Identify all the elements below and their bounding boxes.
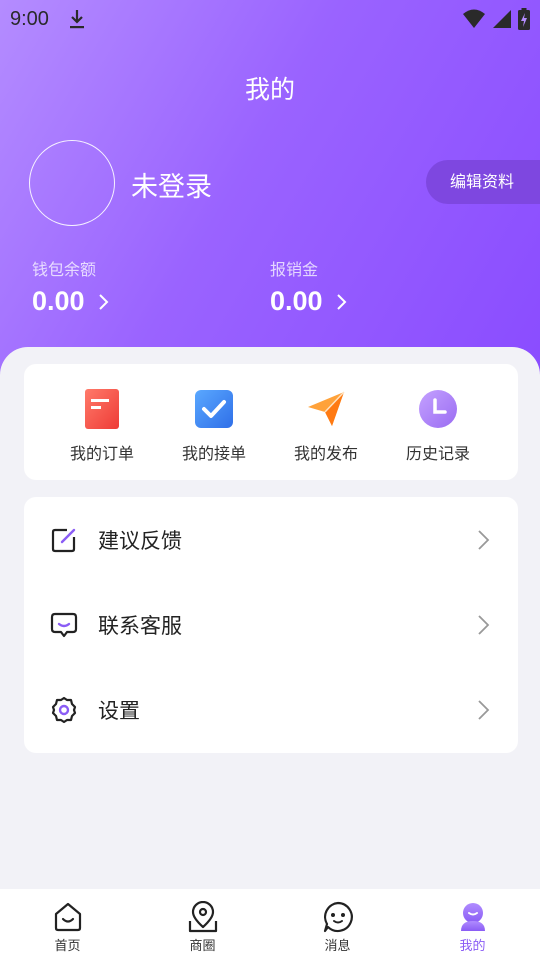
wifi-icon [463,9,485,28]
wallet-balance-value: 0.00 [32,286,85,316]
profile-icon [460,903,485,931]
tab-mine[interactable]: 我的 [405,889,540,960]
home-icon [54,902,81,932]
menu-item-settings[interactable]: 设置 [24,667,518,752]
quick-action-label: 我的发布 [293,444,358,463]
quick-actions-card: 我的订单 我的接单 我的发布 历史记录 [24,364,518,480]
tab-label: 首页 [54,939,81,954]
quick-action-label: 历史记录 [405,444,470,463]
cell-signal-icon [493,10,511,28]
avatar[interactable] [29,140,115,226]
bottom-tab-bar: 首页 商圈 消息 我的 [0,889,540,960]
chevron-right-icon [478,529,490,550]
quick-action-my-orders[interactable]: 我的订单 [46,364,158,480]
menu-item-label: 联系客服 [98,613,182,638]
tab-business-circle[interactable]: 商圈 [135,889,270,960]
login-status-label[interactable]: 未登录 [131,165,212,204]
chevron-right-icon [98,293,108,310]
chat-bubble-icon [50,612,78,637]
clock-icon [419,390,457,428]
status-bar: 9:00 [0,0,540,38]
quick-action-history[interactable]: 历史记录 [382,364,494,480]
menu-item-label: 建议反馈 [98,528,182,553]
tab-label: 商圈 [189,939,216,954]
wallet-balance[interactable]: 钱包余额 0.00 [32,256,109,317]
tab-home[interactable]: 首页 [0,889,135,960]
tab-messages[interactable]: 消息 [270,889,405,960]
download-icon [69,10,84,29]
paper-plane-icon [308,391,345,426]
gear-icon [51,696,77,723]
order-icon [85,389,119,429]
edit-icon [51,528,76,552]
page-title: 我的 [244,75,295,104]
reimburse-label: 报销金 [270,260,319,279]
tab-label: 消息 [324,939,351,954]
accepted-check-icon [195,390,233,428]
quick-action-label: 我的订单 [69,444,134,463]
chevron-right-icon [478,699,490,720]
menu-item-label: 设置 [98,698,140,723]
menu-item-customer-service[interactable]: 联系客服 [24,582,518,667]
reimburse-balance[interactable]: 报销金 0.00 [270,256,347,317]
wallet-balance-label: 钱包余额 [32,260,97,279]
quick-action-label: 我的接单 [181,444,246,463]
map-pin-icon [188,901,217,933]
battery-icon [518,8,530,30]
status-time: 9:00 [10,7,49,30]
chevron-right-icon [478,614,490,635]
reimburse-value: 0.00 [270,286,323,316]
tab-label: 我的 [459,939,486,954]
menu-item-feedback[interactable]: 建议反馈 [24,497,518,582]
edit-profile-button[interactable]: 编辑资料 [426,160,540,204]
message-icon [323,901,353,933]
menu-card: 建议反馈 联系客服 设置 [24,497,518,753]
quick-action-my-accepted[interactable]: 我的接单 [158,364,270,480]
chevron-right-icon [336,293,346,310]
quick-action-my-posts[interactable]: 我的发布 [270,364,382,480]
